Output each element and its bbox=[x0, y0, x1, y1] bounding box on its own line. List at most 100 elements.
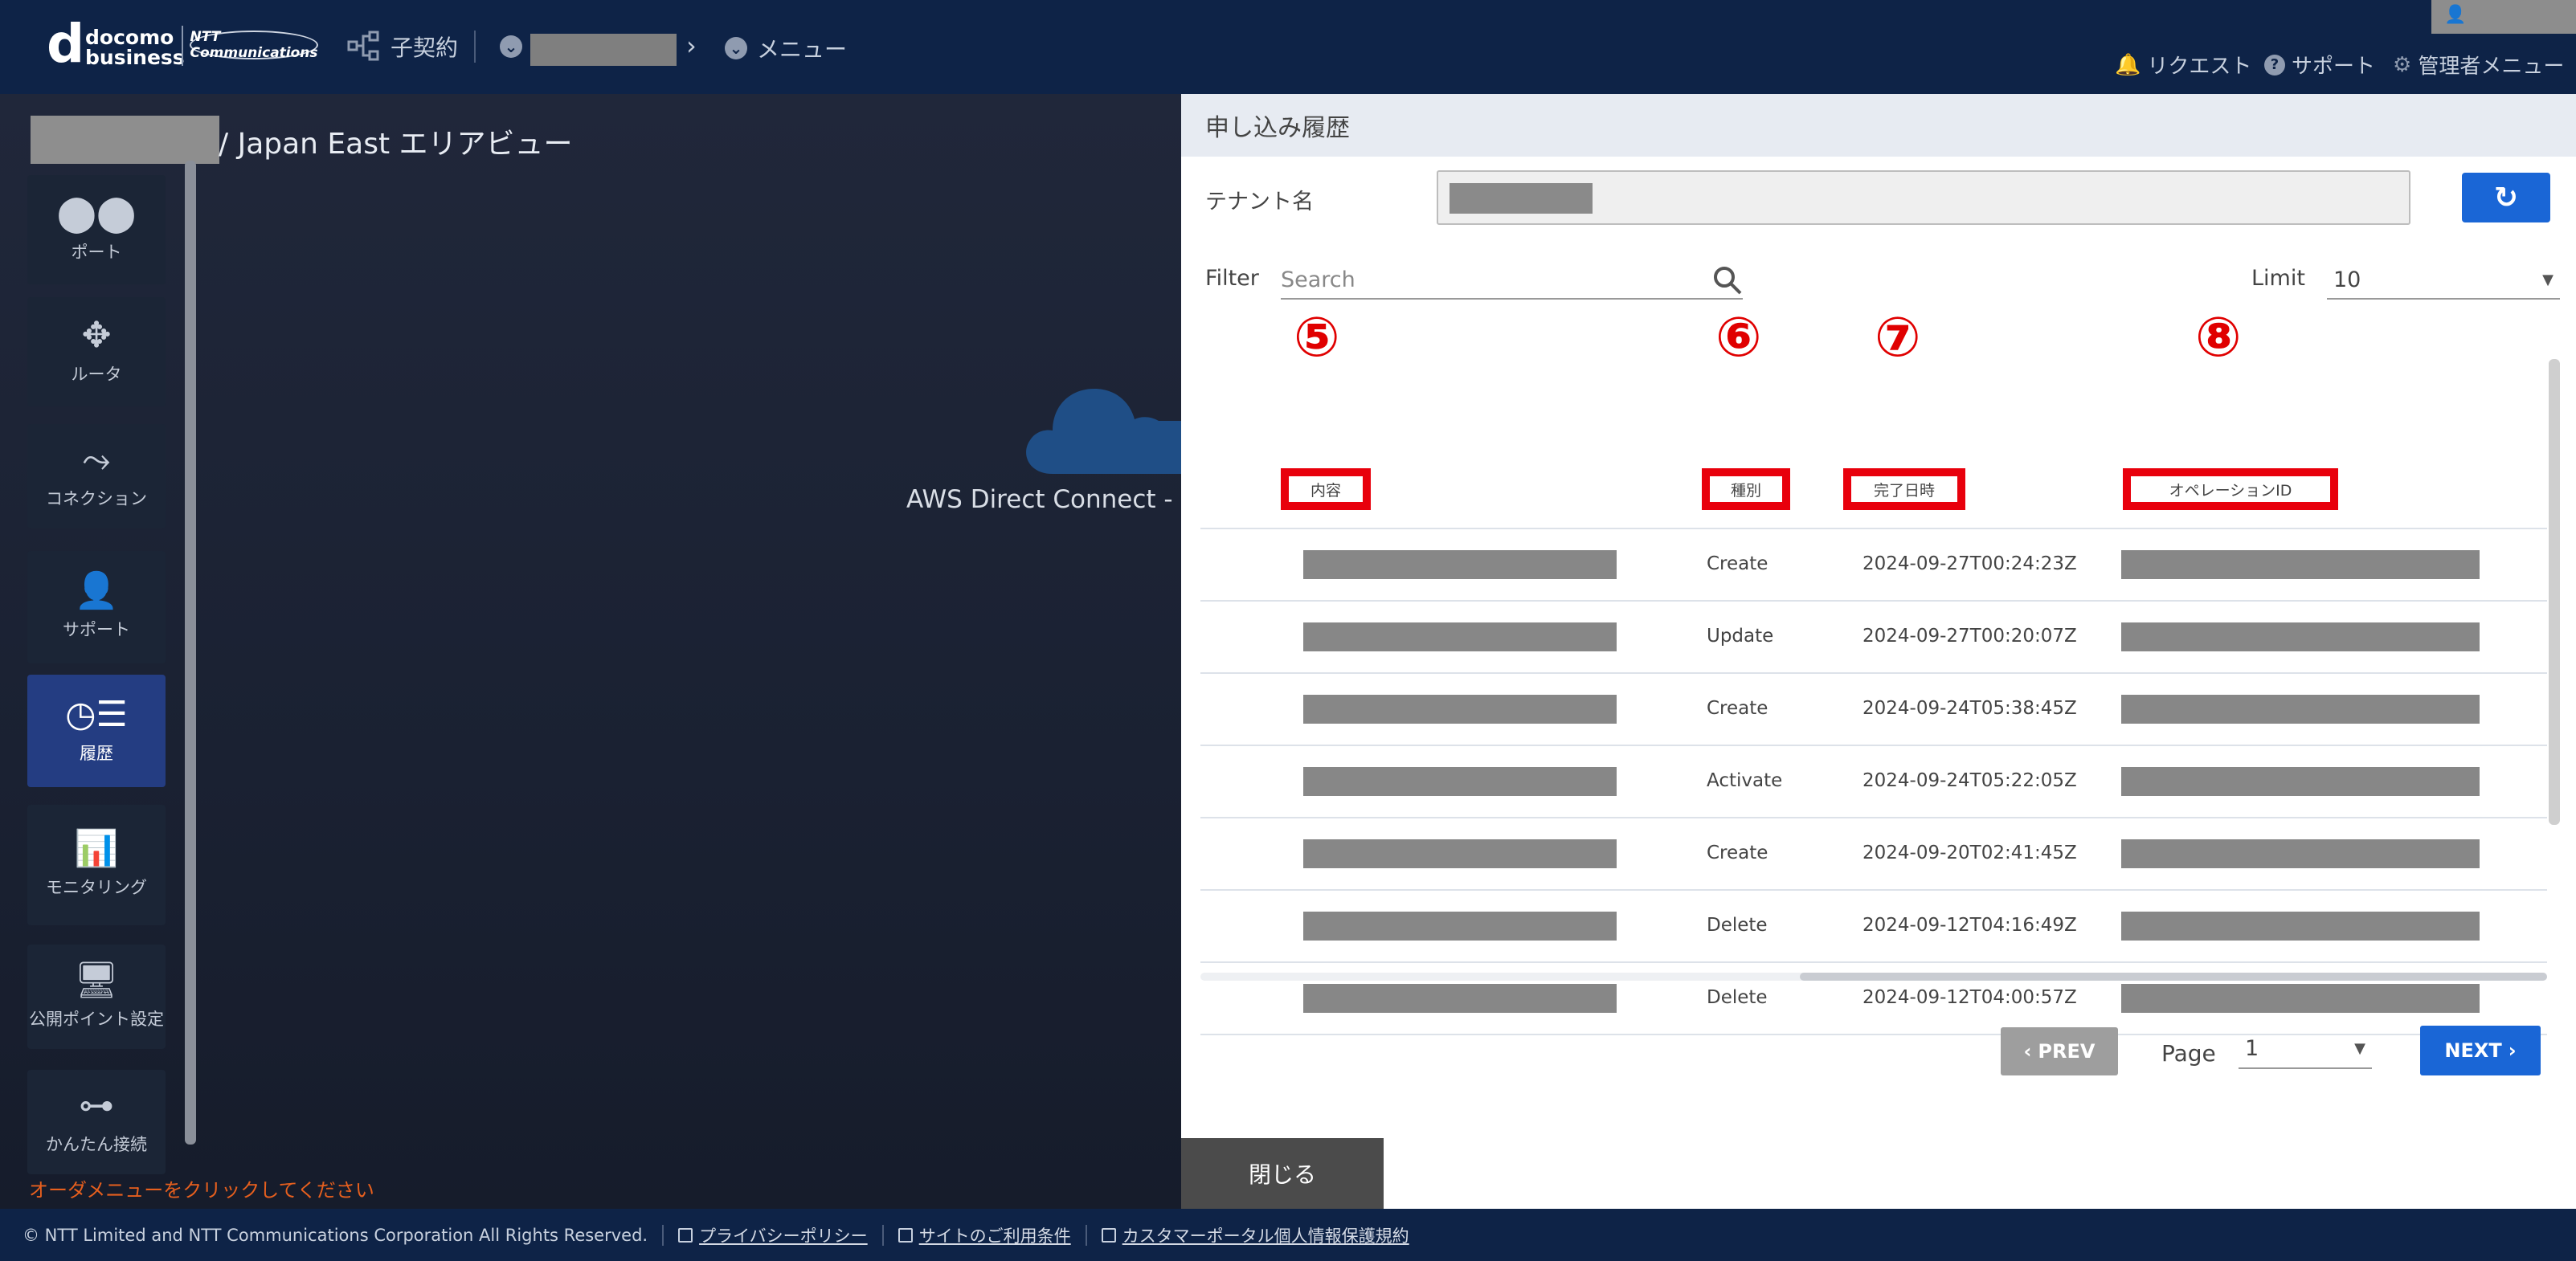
prev-label: PREV bbox=[2038, 1040, 2096, 1063]
sidebar-item-support-user[interactable]: 👤 サポート bbox=[27, 551, 166, 663]
copyright-text: © NTT Limited and NTT Communications Cor… bbox=[22, 1225, 648, 1245]
panel-title: 申し込み履歴 bbox=[1181, 94, 2576, 157]
completed-at-cell: 2024-09-27T00:24:23Z bbox=[1862, 553, 2077, 574]
contract-name-redacted[interactable] bbox=[530, 34, 677, 66]
request-label: リクエスト bbox=[2147, 55, 2252, 79]
history-icon: ◷☰ bbox=[65, 694, 128, 735]
refresh-button[interactable]: ↻ bbox=[2462, 173, 2550, 222]
operation-id-cell-redacted bbox=[2121, 912, 2480, 941]
breadcrumb-chevron-icon: › bbox=[686, 31, 697, 61]
sidebar-item-label: かんたん接続 bbox=[46, 1135, 147, 1154]
public-point-icon: 🖥 bbox=[74, 960, 119, 1001]
header-divider bbox=[474, 31, 476, 63]
sidebar-item-label: ルータ bbox=[71, 365, 122, 384]
admin-label: 管理者メニュー bbox=[2418, 55, 2565, 79]
terms-of-use-link[interactable]: サイトのご利用条件 bbox=[898, 1223, 1071, 1247]
docomo-logo-letter: d bbox=[47, 13, 85, 75]
type-cell: Create bbox=[1707, 553, 1768, 574]
sidebar-item-label: 公開ポイント設定 bbox=[29, 1010, 164, 1029]
area-view-canvas bbox=[0, 94, 1181, 1209]
sidebar-item-monitoring[interactable]: 📊 モニタリング bbox=[27, 805, 166, 925]
completed-at-cell: 2024-09-27T00:20:07Z bbox=[1862, 626, 2077, 647]
table-row[interactable]: Delete 2024-09-12T04:16:49Z bbox=[1200, 891, 2547, 963]
content-cell-redacted bbox=[1303, 984, 1617, 1013]
bell-icon: 🔔 bbox=[2115, 52, 2141, 77]
table-row[interactable]: Update 2024-09-27T00:20:07Z bbox=[1200, 602, 2547, 674]
customer-privacy-link[interactable]: カスタマーポータル個人情報保護規約 bbox=[1101, 1223, 1409, 1247]
horizontal-scroll-thumb[interactable] bbox=[1800, 973, 2547, 981]
help-icon: ? bbox=[2264, 54, 2285, 75]
support-user-icon: 👤 bbox=[74, 570, 119, 611]
menu-breadcrumb[interactable]: ⌄ メニュー bbox=[725, 32, 847, 64]
router-icon: ✥ bbox=[81, 315, 112, 356]
chevron-right-icon: › bbox=[2508, 1039, 2517, 1062]
search-input[interactable] bbox=[1281, 261, 1743, 300]
user-account-button[interactable]: 👤 bbox=[2431, 0, 2576, 34]
sidebar-item-label: ポート bbox=[71, 243, 122, 262]
docomo-business-logo: docomo business bbox=[85, 26, 185, 69]
prev-button[interactable]: ‹ PREV bbox=[2001, 1027, 2118, 1075]
annotation-7: ⑦ bbox=[1875, 306, 1921, 369]
table-row[interactable]: Create 2024-09-24T05:38:45Z bbox=[1200, 674, 2547, 746]
page-value: 1 bbox=[2245, 1035, 2259, 1061]
admin-menu-link[interactable]: ⚙ 管理者メニュー bbox=[2393, 50, 2564, 80]
operation-id-cell-redacted bbox=[2121, 550, 2480, 579]
limit-value: 10 bbox=[2333, 267, 2361, 292]
table-row[interactable]: Create 2024-09-27T00:24:23Z bbox=[1200, 529, 2547, 602]
ntt-communications-logo: NTT Communications bbox=[190, 29, 318, 61]
sidebar-scrollbar[interactable] bbox=[185, 161, 196, 1145]
privacy-policy-link[interactable]: プライバシーポリシー bbox=[678, 1223, 868, 1247]
dropdown-arrow-icon: ▼ bbox=[2354, 1039, 2365, 1057]
column-header-content[interactable]: 内容 bbox=[1281, 468, 1371, 510]
refresh-icon: ↻ bbox=[2493, 181, 2519, 214]
request-link[interactable]: 🔔 リクエスト bbox=[2115, 50, 2251, 80]
page-label: Page bbox=[2161, 1040, 2216, 1067]
content-cell-redacted bbox=[1303, 839, 1617, 868]
annotation-8: ⑧ bbox=[2195, 306, 2242, 369]
sidebar-item-history[interactable]: ◷☰ 履歴 bbox=[27, 675, 166, 787]
footer-divider bbox=[662, 1224, 664, 1246]
column-header-completed-at[interactable]: 完了日時 bbox=[1843, 468, 1965, 510]
operation-id-cell-redacted bbox=[2121, 839, 2480, 868]
chevron-circle-icon: ⌄ bbox=[500, 35, 522, 58]
contract-label: 子契約 bbox=[390, 35, 459, 61]
order-menu-hint: オーダメニューをクリックしてください bbox=[29, 1179, 374, 1202]
hierarchy-icon bbox=[347, 31, 379, 61]
table-row[interactable]: Create 2024-09-20T02:41:45Z bbox=[1200, 818, 2547, 891]
content-cell-redacted bbox=[1303, 695, 1617, 724]
external-link-icon bbox=[678, 1227, 693, 1243]
operation-id-cell-redacted bbox=[2121, 984, 2480, 1013]
support-link[interactable]: ? サポート bbox=[2264, 50, 2375, 80]
type-cell: Delete bbox=[1707, 987, 1768, 1008]
content-cell-redacted bbox=[1303, 912, 1617, 941]
sidebar-item-router[interactable]: ✥ ルータ bbox=[27, 297, 166, 406]
sidebar-item-easy-connect[interactable]: ⊶ かんたん接続 bbox=[27, 1070, 166, 1174]
column-header-operation-id[interactable]: オペレーションID bbox=[2123, 468, 2338, 510]
close-button[interactable]: 閉じる bbox=[1181, 1138, 1384, 1209]
filter-label: Filter bbox=[1205, 266, 1259, 291]
limit-select[interactable]: 10 ▼ bbox=[2327, 261, 2560, 300]
support-label: サポート bbox=[2292, 55, 2376, 79]
aws-direct-connect-label[interactable]: AWS Direct Connect - P bbox=[906, 485, 1181, 514]
page-select[interactable]: 1 ▼ bbox=[2239, 1029, 2372, 1069]
operation-id-cell-redacted bbox=[2121, 767, 2480, 796]
area-view-title: / Japan East エリアビュー bbox=[219, 128, 573, 161]
sidebar-item-port[interactable]: ⬤⬤ ポート bbox=[27, 175, 166, 284]
table-row[interactable]: Activate 2024-09-24T05:22:05Z bbox=[1200, 746, 2547, 818]
contract-breadcrumb[interactable]: 子契約 bbox=[347, 31, 458, 63]
completed-at-cell: 2024-09-20T02:41:45Z bbox=[1862, 843, 2077, 863]
chevron-left-icon: ‹ bbox=[2023, 1040, 2032, 1063]
sidebar-item-label: コネクション bbox=[46, 489, 147, 508]
content-cell-redacted bbox=[1303, 622, 1617, 651]
sidebar-item-connection[interactable]: ⤳ コネクション bbox=[27, 424, 166, 528]
column-header-type[interactable]: 種別 bbox=[1702, 468, 1790, 510]
vertical-scrollbar[interactable] bbox=[2549, 359, 2560, 825]
sidebar-item-public-point[interactable]: 🖥 公開ポイント設定 bbox=[27, 945, 166, 1049]
search-icon[interactable] bbox=[1711, 264, 1744, 296]
completed-at-cell: 2024-09-24T05:22:05Z bbox=[1862, 770, 2077, 791]
user-icon: 👤 bbox=[2444, 5, 2467, 25]
tenant-name-redacted bbox=[1450, 183, 1593, 214]
content-cell-redacted bbox=[1303, 550, 1617, 579]
completed-at-cell: 2024-09-24T05:38:45Z bbox=[1862, 698, 2077, 719]
next-button[interactable]: NEXT › bbox=[2420, 1026, 2541, 1075]
